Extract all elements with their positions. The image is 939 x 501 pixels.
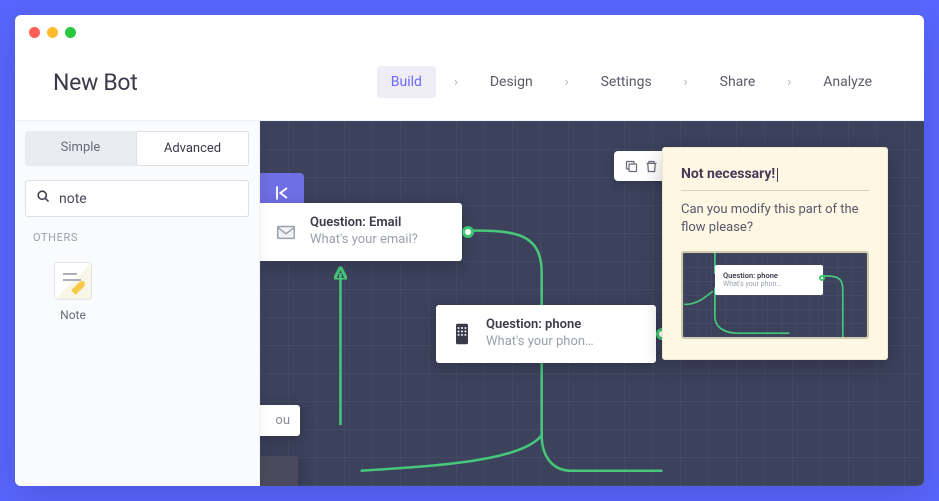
sidebar-block-label: Note [60, 308, 86, 322]
flow-node-phone[interactable]: Question: phone What's your phon… [436, 305, 656, 363]
sidebar: Simple Advanced OTHERS Note [15, 121, 260, 486]
flow-node-email[interactable]: Question: Email What's your email? [260, 203, 462, 261]
fragment-text: ou [275, 413, 290, 428]
sidebar-mode-switcher: Simple Advanced [25, 131, 249, 166]
search-icon [36, 189, 51, 208]
window-controls [15, 15, 924, 46]
chevron-right-icon: › [454, 75, 458, 90]
note-preview: Question: phone What's your phon… [681, 251, 869, 339]
app-window: New Bot Build › Design › Settings › Shar… [15, 15, 924, 486]
preview-port-icon [819, 275, 825, 281]
search-input[interactable] [59, 191, 238, 207]
note-card[interactable]: Not necessary! Can you modify this part … [662, 147, 888, 360]
topbar: New Bot Build › Design › Settings › Shar… [15, 46, 924, 121]
note-body-text[interactable]: Can you modify this part of the flow ple… [681, 201, 869, 237]
window-maximize-icon[interactable] [65, 27, 76, 38]
node-title: Question: Email [310, 215, 418, 232]
flow-canvas[interactable]: Question: Email What's your email? [260, 121, 924, 486]
preview-node-subtitle: What's your phon… [723, 280, 815, 288]
nav-tab-build[interactable]: Build [377, 66, 436, 98]
note-title[interactable]: Not necessary! [681, 166, 869, 191]
page-title: New Bot [53, 69, 137, 96]
flow-node-fragment[interactable]: ou [260, 405, 300, 436]
node-subtitle: What's your email? [310, 232, 418, 249]
sidebar-block-note[interactable]: Note [33, 254, 113, 330]
email-icon [274, 220, 298, 244]
sidebar-mode-simple[interactable]: Simple [25, 131, 136, 166]
sidebar-section-header-others: OTHERS [15, 231, 259, 254]
window-close-icon[interactable] [29, 27, 40, 38]
node-body: Question: phone What's your phon… [486, 317, 594, 351]
chevron-right-icon: › [787, 75, 791, 90]
flow-node-fragment-dark[interactable] [260, 456, 298, 486]
nav-tab-analyze[interactable]: Analyze [809, 66, 886, 98]
window-minimize-icon[interactable] [47, 27, 58, 38]
nav-tab-design[interactable]: Design [476, 66, 547, 98]
nav-tabs: Build › Design › Settings › Share › Anal… [377, 66, 886, 98]
chevron-right-icon: › [684, 75, 688, 90]
node-body: Question: Email What's your email? [310, 215, 418, 249]
selection-toolbar [614, 151, 668, 181]
node-output-port[interactable] [462, 226, 474, 238]
node-subtitle: What's your phon… [486, 334, 594, 351]
sidebar-search[interactable] [25, 180, 249, 217]
workspace: Simple Advanced OTHERS Note [15, 121, 924, 486]
nav-tab-settings[interactable]: Settings [587, 66, 666, 98]
chevron-right-icon: › [565, 75, 569, 90]
delete-icon[interactable] [642, 157, 660, 175]
phone-icon [450, 322, 474, 346]
preview-node: Question: phone What's your phon… [715, 265, 823, 294]
node-title: Question: phone [486, 317, 594, 334]
note-icon [54, 262, 92, 300]
preview-node-title: Question: phone [723, 271, 815, 280]
nav-tab-share[interactable]: Share [706, 66, 770, 98]
copy-icon[interactable] [622, 157, 640, 175]
sidebar-mode-advanced[interactable]: Advanced [136, 131, 249, 166]
